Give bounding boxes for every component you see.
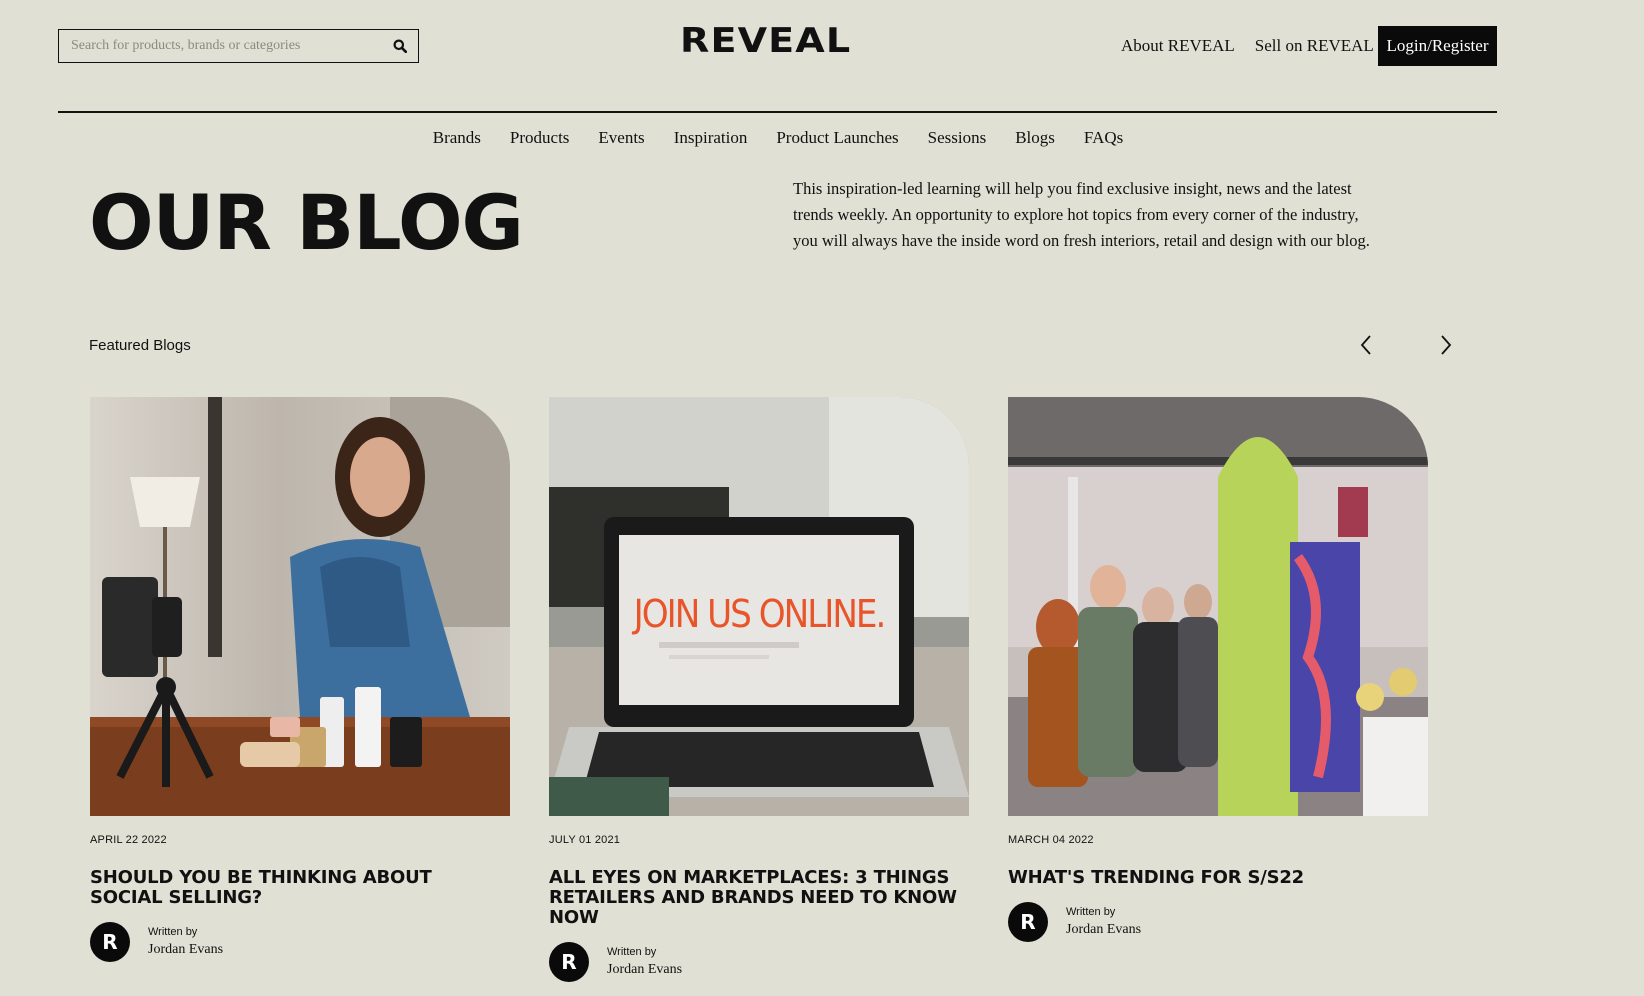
login-register-button[interactable]: Login/Register bbox=[1378, 26, 1497, 66]
nav-item-sessions[interactable]: Sessions bbox=[928, 128, 987, 148]
author-avatar: R bbox=[90, 922, 130, 962]
about-link[interactable]: About REVEAL bbox=[1121, 36, 1235, 56]
author-name: Jordan Evans bbox=[607, 962, 683, 977]
written-by-label: Written by bbox=[1066, 906, 1116, 918]
blog-card-date: APRIL 22 2022 bbox=[90, 834, 167, 846]
search-bar bbox=[58, 29, 419, 63]
main-nav: Brands Products Events Inspiration Produ… bbox=[0, 128, 1556, 148]
author-name: Jordan Evans bbox=[148, 942, 224, 957]
nav-item-inspiration[interactable]: Inspiration bbox=[674, 128, 748, 148]
blog-card-date: MARCH 04 2022 bbox=[1008, 834, 1094, 846]
chevron-left-icon bbox=[1360, 335, 1371, 355]
featured-blogs-heading: Featured Blogs bbox=[89, 337, 191, 354]
header-divider bbox=[58, 111, 1497, 113]
blog-card-author: R Written by Jordan Evans bbox=[549, 942, 969, 982]
blog-card[interactable]: MARCH 04 2022 WHAT'S TRENDING FOR S/S22 … bbox=[1008, 397, 1428, 942]
chevron-right-icon bbox=[1441, 335, 1452, 355]
blog-card-author: R Written by Jordan Evans bbox=[90, 922, 510, 962]
blog-card-image-marketplaces[interactable]: JOIN US ONLINE. bbox=[549, 397, 969, 816]
search-icon[interactable] bbox=[382, 30, 418, 62]
blog-card-image-trending[interactable] bbox=[1008, 397, 1428, 816]
written-by-label: Written by bbox=[607, 946, 657, 958]
search-input[interactable] bbox=[59, 38, 382, 54]
sell-link[interactable]: Sell on REVEAL bbox=[1255, 36, 1374, 56]
blog-card-title[interactable]: ALL EYES ON MARKETPLACES: 3 THINGS RETAI… bbox=[549, 868, 969, 928]
carousel-prev-button[interactable] bbox=[1354, 333, 1378, 357]
top-links: About REVEAL Sell on REVEAL bbox=[1121, 26, 1374, 66]
nav-item-events[interactable]: Events bbox=[598, 128, 644, 148]
carousel-next-button[interactable] bbox=[1434, 333, 1458, 357]
blog-card-author: R Written by Jordan Evans bbox=[1008, 902, 1428, 942]
blog-card-title[interactable]: WHAT'S TRENDING FOR S/S22 bbox=[1008, 868, 1428, 888]
laptop-screen-text: JOIN US ONLINE. bbox=[632, 592, 885, 636]
blog-card-image-social-selling[interactable] bbox=[90, 397, 510, 816]
author-name: Jordan Evans bbox=[1066, 922, 1142, 937]
author-avatar: R bbox=[549, 942, 589, 982]
nav-item-product-launches[interactable]: Product Launches bbox=[776, 128, 898, 148]
blog-card-title[interactable]: SHOULD YOU BE THINKING ABOUT SOCIAL SELL… bbox=[90, 868, 510, 908]
site-logo[interactable]: REVEAL bbox=[680, 24, 893, 58]
intro-text: This inspiration-led learning will help … bbox=[793, 179, 1370, 250]
written-by-label: Written by bbox=[148, 926, 198, 938]
nav-item-brands[interactable]: Brands bbox=[433, 128, 481, 148]
blog-card-date: JULY 01 2021 bbox=[549, 834, 621, 846]
author-avatar: R bbox=[1008, 902, 1048, 942]
page-title: OUR BLOG bbox=[89, 178, 524, 267]
nav-item-blogs[interactable]: Blogs bbox=[1015, 128, 1055, 148]
nav-item-products[interactable]: Products bbox=[510, 128, 570, 148]
blog-card[interactable]: JOIN US ONLINE. JULY 01 2021 ALL EYES ON… bbox=[549, 397, 969, 982]
nav-item-faqs[interactable]: FAQs bbox=[1084, 128, 1123, 148]
blog-card[interactable]: APRIL 22 2022 SHOULD YOU BE THINKING ABO… bbox=[90, 397, 510, 962]
